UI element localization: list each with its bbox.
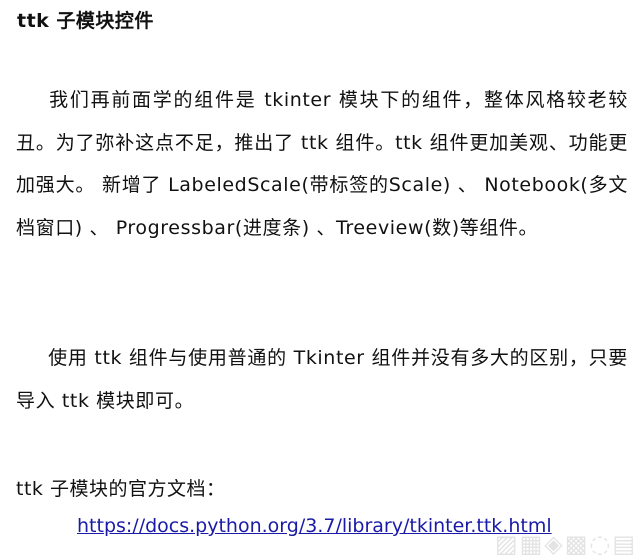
watermark-logo: ▨▦◈▩◌▤ (494, 530, 637, 558)
intro-paragraph: 我们再前面学的组件是 tkinter 模块下的组件，整体风格较老较丑。为了弥补这… (16, 79, 628, 249)
usage-paragraph-text: 使用 ttk 组件与使用普通的 Tkinter 组件并没有多大的区别，只要导入 … (16, 347, 628, 412)
page-title: ttk 子模块控件 (17, 10, 154, 32)
usage-paragraph: 使用 ttk 组件与使用普通的 Tkinter 组件并没有多大的区别，只要导入 … (16, 337, 628, 422)
document-page: ttk 子模块控件 我们再前面学的组件是 tkinter 模块下的组件，整体风格… (0, 0, 643, 558)
docs-link[interactable]: https://docs.python.org/3.7/library/tkin… (77, 515, 552, 537)
docs-label: ttk 子模块的官方文档： (16, 478, 226, 500)
intro-paragraph-text: 我们再前面学的组件是 tkinter 模块下的组件，整体风格较老较丑。为了弥补这… (16, 89, 628, 239)
